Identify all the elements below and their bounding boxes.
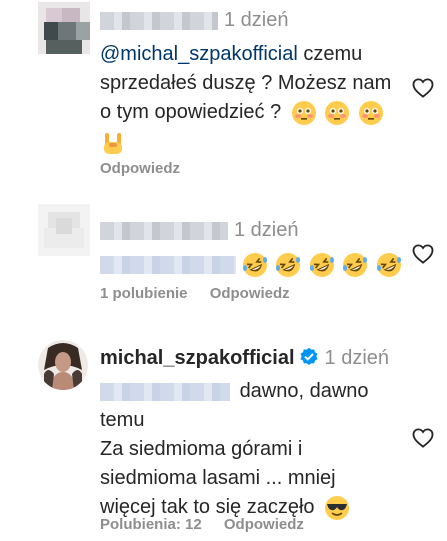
like-heart-icon[interactable] bbox=[412, 78, 434, 98]
hidden-username[interactable] bbox=[100, 221, 228, 240]
hidden-mention[interactable] bbox=[100, 255, 236, 274]
comment-header: 1 dzień bbox=[100, 6, 399, 35]
comment-username[interactable]: michal_szpakofficial bbox=[100, 347, 295, 369]
comment-time: 1 dzień bbox=[234, 219, 299, 241]
avatar[interactable] bbox=[38, 340, 88, 390]
likes-count[interactable]: Polubienia: 12 bbox=[100, 516, 202, 533]
reply-button[interactable]: Odpowiedz bbox=[224, 516, 304, 533]
sign-of-horns-icon bbox=[104, 132, 122, 154]
smiling-face-with-sunglasses-icon bbox=[325, 495, 350, 520]
comment-text-line: dawno, dawno bbox=[239, 380, 369, 402]
likes-count[interactable]: 1 polubienie bbox=[100, 285, 188, 302]
comment-text-line: czemu bbox=[303, 43, 363, 65]
verified-badge-icon bbox=[300, 347, 318, 365]
rolling-laughing-face-icon bbox=[309, 252, 334, 277]
flushed-face-icon bbox=[291, 100, 316, 125]
comment-text-line: Za siedmioma górami i bbox=[100, 438, 303, 460]
flushed-face-icon bbox=[325, 100, 350, 125]
reply-button[interactable]: Odpowiedz bbox=[210, 285, 290, 302]
hidden-username[interactable] bbox=[100, 11, 218, 30]
comment-text-line: sprzedałeś duszę ? Możesz nam bbox=[100, 72, 392, 94]
comment-1: 1 dzień @michal_szpakofficial czemu sprz… bbox=[0, 0, 447, 190]
rolling-laughing-face-icon bbox=[242, 252, 267, 277]
comment-3: michal_szpakofficial 1 dzień dawno, dawn… bbox=[0, 332, 447, 541]
comment-text-line: temu bbox=[100, 409, 145, 431]
comment-time: 1 dzień bbox=[324, 347, 390, 369]
rolling-laughing-face-icon bbox=[276, 252, 301, 277]
comment-header: 1 dzień bbox=[100, 216, 399, 245]
comment-header: michal_szpakofficial 1 dzień bbox=[100, 344, 399, 373]
like-heart-icon[interactable] bbox=[412, 428, 434, 448]
hidden-mention[interactable] bbox=[100, 382, 230, 401]
comment-2: 1 dzień 1 polubienie Odpowiedz bbox=[0, 200, 447, 315]
avatar[interactable] bbox=[38, 2, 90, 54]
avatar[interactable] bbox=[38, 204, 90, 256]
flushed-face-icon bbox=[358, 100, 383, 125]
comment-text-line: więcej tak to się zaczęło bbox=[100, 496, 315, 518]
rolling-laughing-face-icon bbox=[343, 252, 368, 277]
mention-link[interactable]: @michal_szpakofficial bbox=[100, 43, 298, 65]
comment-text-line: siedmioma lasami ... mniej bbox=[100, 467, 336, 489]
reply-button[interactable]: Odpowiedz bbox=[100, 160, 180, 177]
rolling-laughing-face-icon bbox=[376, 252, 401, 277]
comment-time: 1 dzień bbox=[224, 9, 289, 31]
like-heart-icon[interactable] bbox=[412, 244, 434, 264]
comment-text-line: o tym opowiedzieć ? bbox=[100, 101, 282, 123]
